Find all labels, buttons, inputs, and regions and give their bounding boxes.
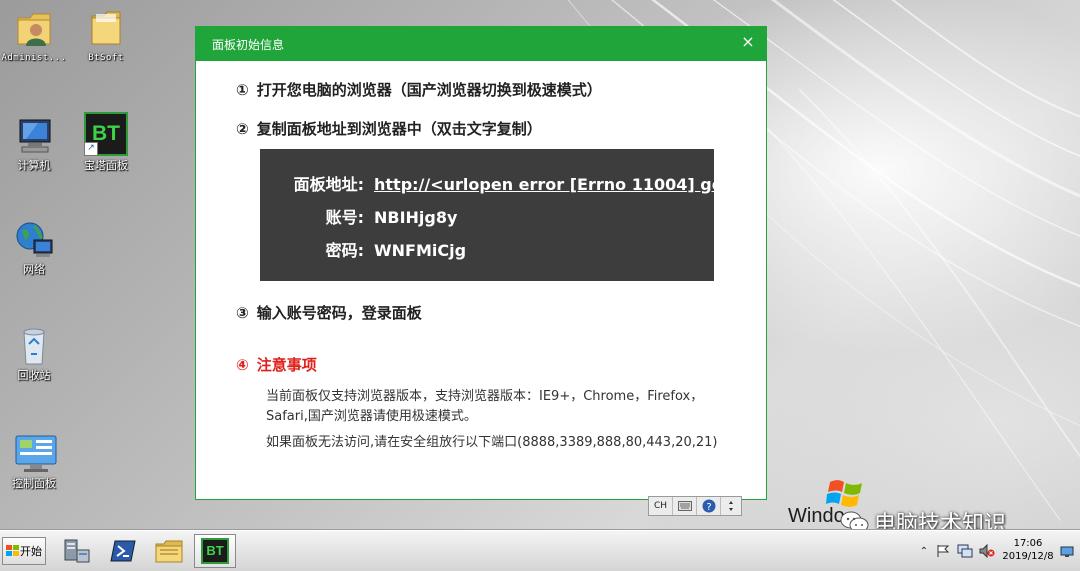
step-number: ② [236, 120, 249, 138]
svg-text:?: ? [706, 502, 711, 513]
step-text: 打开您电脑的浏览器（国产浏览器切换到极速模式） [256, 81, 602, 99]
clock-date: 2019/12/8 [1002, 551, 1054, 562]
password-row[interactable]: 密码: WNFMiCjg [260, 237, 466, 261]
network-icon [14, 220, 54, 260]
step-text: 注意事项 [256, 356, 317, 374]
help-icon[interactable]: ? [697, 497, 721, 515]
monitor-tray-icon[interactable] [1060, 543, 1074, 562]
desktop-icon-network[interactable]: 网络 [0, 220, 72, 276]
taskbar-powershell[interactable] [102, 534, 144, 568]
step-1: ① 打开您电脑的浏览器（国产浏览器切换到极速模式） [236, 79, 602, 100]
step-2: ② 复制面板地址到浏览器中（双击文字复制） [236, 118, 542, 139]
close-icon[interactable]: × [738, 32, 758, 52]
address-value[interactable]: http://<urlopen error [Errno 11004] geta [374, 175, 714, 194]
step-number: ④ [236, 356, 249, 374]
desktop-icon-label: BtSoft [88, 53, 124, 63]
step-text: 输入账号密码，登录面板 [256, 304, 422, 322]
powershell-icon [110, 540, 136, 562]
taskbar-bt-panel[interactable]: BT [194, 534, 236, 568]
desktop-icon-label: 宝塔面板 [84, 159, 128, 172]
server-manager-icon [64, 539, 90, 563]
windows-flag-icon [6, 545, 19, 556]
desktop-icon-label: 计算机 [17, 159, 51, 172]
ime-lang-button[interactable]: CH [649, 497, 673, 515]
taskbar: 开始 BT ⌃ 17:06 2019/12/8 [0, 530, 1080, 571]
step-4-warning: ④ 注意事项 [236, 354, 317, 375]
desktop-icon-label: 网络 [23, 263, 45, 276]
password-label: 密码: [325, 241, 364, 260]
account-value[interactable]: NBIHjg8y [374, 208, 457, 227]
desktop-icon-label: 控制面板 [12, 477, 56, 490]
options-icon[interactable] [721, 497, 741, 515]
control-panel-icon [14, 434, 57, 474]
desktop-icon-administrator[interactable]: Administ... [0, 8, 72, 64]
desktop-icon-label: 回收站 [17, 369, 51, 382]
desktop-icon-bt-panel[interactable]: BT ↗ 宝塔面板 [68, 112, 144, 172]
computer-icon [14, 116, 54, 156]
address-label: 面板地址: [293, 175, 364, 194]
desktop-icon-label: Administ... [1, 53, 67, 63]
action-center-flag-icon[interactable] [932, 544, 954, 558]
user-folder-icon [14, 8, 54, 48]
windows-brand-text: Windo [788, 505, 845, 527]
volume-muted-icon[interactable] [976, 544, 998, 558]
recycle-bin-icon [14, 326, 54, 366]
clock-time: 17:06 [1013, 538, 1043, 549]
note-browser-mode: Safari,国产浏览器请使用极速模式。 [266, 409, 477, 424]
bt-panel-icon: BT ↗ [84, 112, 128, 156]
step-text: 复制面板地址到浏览器中（双击文字复制） [256, 120, 542, 138]
system-tray: ⌃ [916, 531, 998, 571]
folder-icon [86, 8, 126, 48]
start-button[interactable]: 开始 [2, 537, 46, 565]
account-label: 账号: [325, 208, 364, 227]
explorer-icon [155, 540, 183, 563]
step-3: ③ 输入账号密码，登录面板 [236, 302, 422, 323]
password-value[interactable]: WNFMiCjg [374, 241, 466, 260]
dialog-titlebar[interactable]: 面板初始信息 × [196, 27, 766, 61]
panel-info-dialog: 面板初始信息 × ① 打开您电脑的浏览器（国产浏览器切换到极速模式） ② 复制面板地… [195, 26, 767, 500]
bt-panel-icon: BT [201, 538, 229, 564]
clock[interactable]: 17:06 2019/12/8 [1000, 537, 1056, 563]
network-tray-icon[interactable] [954, 544, 976, 558]
step-number: ③ [236, 304, 249, 322]
dialog-title: 面板初始信息 [212, 38, 285, 52]
desktop-icon-btsoft[interactable]: BtSoft [68, 8, 144, 64]
account-row[interactable]: 账号: NBIHjg8y [260, 204, 458, 228]
note-ports: 如果面板无法访问,请在安全组放行以下端口(8888,3389,888,80,44… [266, 435, 718, 450]
shortcut-arrow-icon: ↗ [84, 142, 98, 156]
credentials-box: 面板地址: http://<urlopen error [Errno 11004]… [260, 149, 714, 281]
chevron-up-icon[interactable]: ⌃ [916, 546, 932, 557]
desktop-icon-computer[interactable]: 计算机 [0, 116, 72, 172]
desktop-icon-control-panel[interactable]: 控制面板 [0, 434, 72, 490]
step-number: ① [236, 81, 249, 99]
address-row[interactable]: 面板地址: http://<urlopen error [Errno 11004]… [260, 171, 714, 195]
desktop-icon-recycle-bin[interactable]: 回收站 [0, 326, 72, 382]
keyboard-icon[interactable] [673, 497, 697, 515]
start-label: 开始 [20, 545, 42, 558]
ime-language-bar: CH ? [648, 496, 742, 516]
taskbar-explorer[interactable] [148, 534, 190, 568]
taskbar-server-manager[interactable] [56, 534, 98, 568]
note-browser-support: 当前面板仅支持浏览器版本，支持浏览器版本：IE9+，Chrome，Firefox… [266, 389, 704, 404]
